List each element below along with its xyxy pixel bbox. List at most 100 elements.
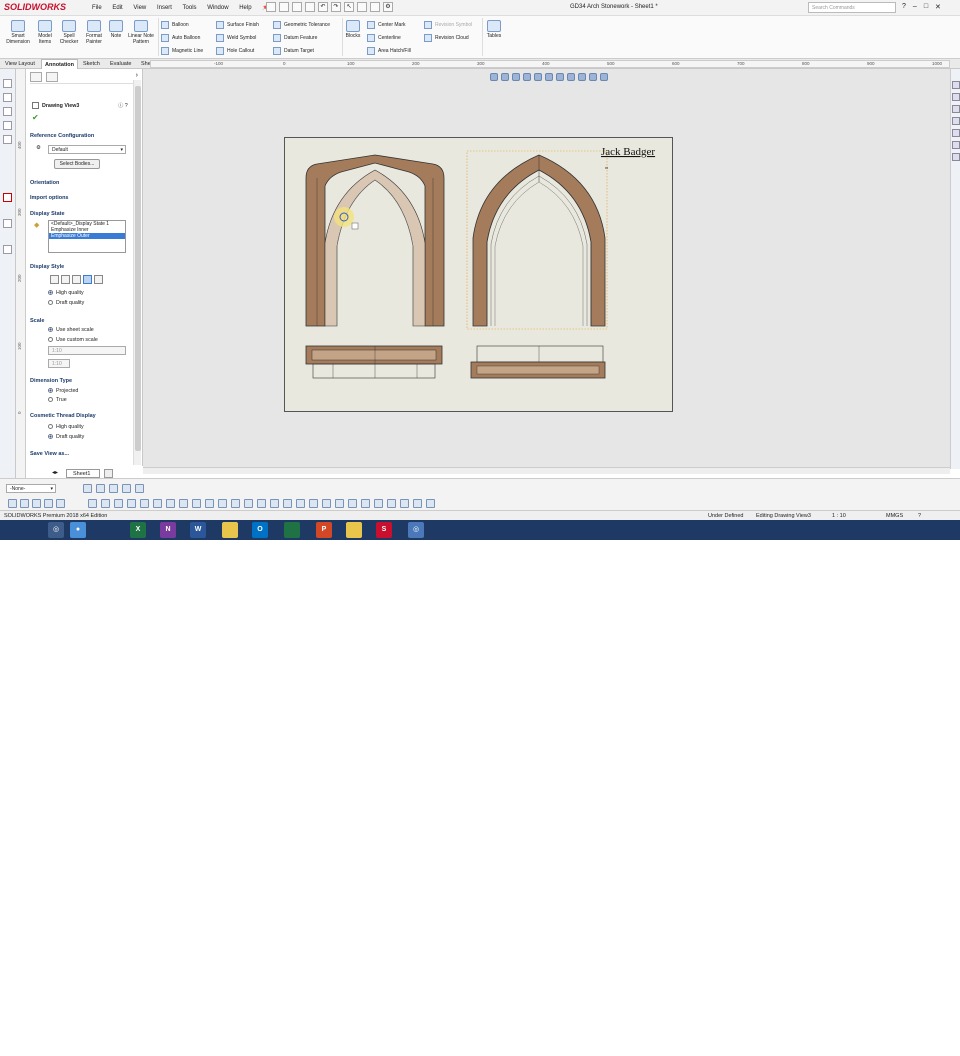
zoom-in-out-icon[interactable] <box>523 73 531 81</box>
design-library-icon[interactable] <box>952 93 960 101</box>
layer-icon[interactable] <box>3 245 12 254</box>
snap-angle-icon[interactable] <box>361 499 370 508</box>
start-icon[interactable]: ◎ <box>48 522 64 538</box>
weld-symbol-button[interactable]: Weld Symbol <box>216 33 256 43</box>
horizontal-scrollbar[interactable] <box>143 467 950 474</box>
menu-window[interactable]: Window <box>207 5 228 11</box>
system-clock[interactable]: 22:55 20/03/2018 <box>918 1042 943 1056</box>
snap-nearest-icon[interactable] <box>270 499 279 508</box>
menu-help[interactable]: Help <box>239 5 251 11</box>
save-icon[interactable] <box>292 2 302 12</box>
high-quality-radio[interactable]: High quality <box>48 290 84 296</box>
hole-callout-button[interactable]: Hole Callout <box>216 46 254 56</box>
section-save-view-as[interactable]: Save View as... <box>30 448 138 457</box>
solidworks-taskbar-icon[interactable]: S <box>376 522 392 538</box>
align-horizontal-icon[interactable] <box>140 499 149 508</box>
sheet-nav-icon[interactable]: ◂▸ <box>52 469 58 476</box>
area-hatch-button[interactable]: Area Hatch/Fill <box>367 46 411 56</box>
screencast-icon[interactable]: ◎ <box>408 522 424 538</box>
snap-edge-icon[interactable] <box>426 499 435 508</box>
custom-properties-icon[interactable] <box>952 141 960 149</box>
bottom-view-sill[interactable] <box>470 345 606 379</box>
custom-scale-dropdown[interactable]: 1:10 <box>48 346 126 355</box>
open-folder-icon[interactable] <box>279 2 289 12</box>
select-bodies-button[interactable]: Select Bodies... <box>54 159 100 169</box>
tab-evaluate[interactable]: Evaluate <box>107 59 134 69</box>
ok-check-icon[interactable]: ✔ <box>32 113 39 122</box>
forum-icon[interactable] <box>952 153 960 161</box>
true-radio[interactable]: True <box>48 397 67 403</box>
custom-scale-input[interactable]: 1:10 <box>48 359 70 368</box>
snap-center-icon[interactable] <box>231 499 240 508</box>
previous-view-icon[interactable] <box>512 73 520 81</box>
pm-help-icon[interactable]: ⓘ ? <box>118 101 128 109</box>
draft-quality-radio[interactable]: Draft quality <box>48 300 84 306</box>
space-evenly-icon[interactable] <box>166 499 175 508</box>
close-button[interactable]: ✕ <box>935 3 941 11</box>
ungroup-icon[interactable] <box>192 499 201 508</box>
snap-grid-icon[interactable] <box>348 499 357 508</box>
section-reference-configuration[interactable]: Reference Configuration <box>30 130 138 139</box>
center-mark-button[interactable]: Center Mark <box>367 20 406 30</box>
pm-tab-properties-icon[interactable] <box>30 72 42 82</box>
section-orientation[interactable]: Orientation <box>30 177 138 186</box>
list-item[interactable]: Emphasize Outer <box>49 233 125 239</box>
color-display-mode-icon[interactable] <box>135 484 144 493</box>
snap-options-icon[interactable] <box>387 499 396 508</box>
line-color-icon[interactable] <box>83 484 92 493</box>
outlook-icon[interactable]: O <box>252 522 268 538</box>
menu-view[interactable]: View <box>133 5 146 11</box>
filter-edges-icon[interactable] <box>20 499 29 508</box>
section-scale[interactable]: Scale <box>30 315 138 324</box>
excel-icon[interactable]: X <box>130 522 146 538</box>
revision-cloud-button[interactable]: Revision Cloud <box>424 33 469 43</box>
filter-vertices-icon[interactable] <box>44 499 53 508</box>
shaded-with-edges-icon[interactable] <box>83 275 92 284</box>
spell-checker-button[interactable]: Spell Checker <box>57 20 81 45</box>
align-left-icon[interactable] <box>88 499 97 508</box>
section-display-style[interactable]: Display Style <box>30 261 138 270</box>
snap-tangent-icon[interactable] <box>283 499 292 508</box>
new-document-icon[interactable] <box>266 2 276 12</box>
align-bottom-icon[interactable] <box>127 499 136 508</box>
hidden-lines-visible-icon[interactable] <box>61 275 70 284</box>
pm-expand-icon[interactable]: › <box>136 72 138 79</box>
section-import-options[interactable]: Import options <box>30 192 138 201</box>
print-icon[interactable] <box>305 2 315 12</box>
dim-expert-icon[interactable] <box>3 121 12 130</box>
layer-dropdown[interactable]: -None- ▾ <box>6 484 56 493</box>
snap-sketch-icon[interactable] <box>374 499 383 508</box>
note-button[interactable]: Note <box>107 20 125 39</box>
file-explorer-icon[interactable] <box>222 522 238 538</box>
file-properties-icon[interactable] <box>370 2 380 12</box>
centerline-button[interactable]: Centerline <box>367 33 401 43</box>
hidden-lines-removed-icon[interactable] <box>72 275 81 284</box>
thread-draft-quality-radio[interactable]: Draft quality <box>48 434 84 440</box>
snap-intersection-icon[interactable] <box>257 499 266 508</box>
property-manager-icon[interactable] <box>3 93 12 102</box>
line-style-icon[interactable] <box>109 484 118 493</box>
drawing-sheet[interactable]: Jack Badger ≈ <box>284 137 673 412</box>
zoom-to-fit-icon[interactable] <box>490 73 498 81</box>
tab-sketch[interactable]: Sketch <box>80 59 103 69</box>
shaded-icon[interactable] <box>94 275 103 284</box>
snap-midpoint-icon[interactable] <box>218 499 227 508</box>
add-sheet-icon[interactable] <box>104 469 113 478</box>
powerpoint-icon[interactable]: P <box>316 522 332 538</box>
pm-tab-layers-icon[interactable] <box>46 72 58 82</box>
property-manager-scrollbar[interactable] <box>133 80 141 465</box>
word-icon[interactable]: W <box>190 522 206 538</box>
front-view-arch[interactable] <box>305 154 445 327</box>
revision-symbol-button[interactable]: Revision Symbol <box>424 20 472 30</box>
graphics-area[interactable]: Jack Badger ≈ <box>143 69 950 469</box>
thread-high-quality-radio[interactable]: High quality <box>48 424 84 430</box>
solidworks-resources-icon[interactable] <box>952 81 960 89</box>
surface-finish-button[interactable]: Surface Finish <box>216 20 259 30</box>
menu-tools[interactable]: Tools <box>183 5 197 11</box>
display-manager-icon[interactable] <box>3 135 12 144</box>
snap-point-icon[interactable] <box>413 499 422 508</box>
zoom-to-area-icon[interactable] <box>501 73 509 81</box>
snap-distance-icon[interactable] <box>400 499 409 508</box>
options-gear-icon[interactable]: ⚙ <box>383 2 393 12</box>
select-arrow-icon[interactable]: ↖ <box>344 2 354 12</box>
